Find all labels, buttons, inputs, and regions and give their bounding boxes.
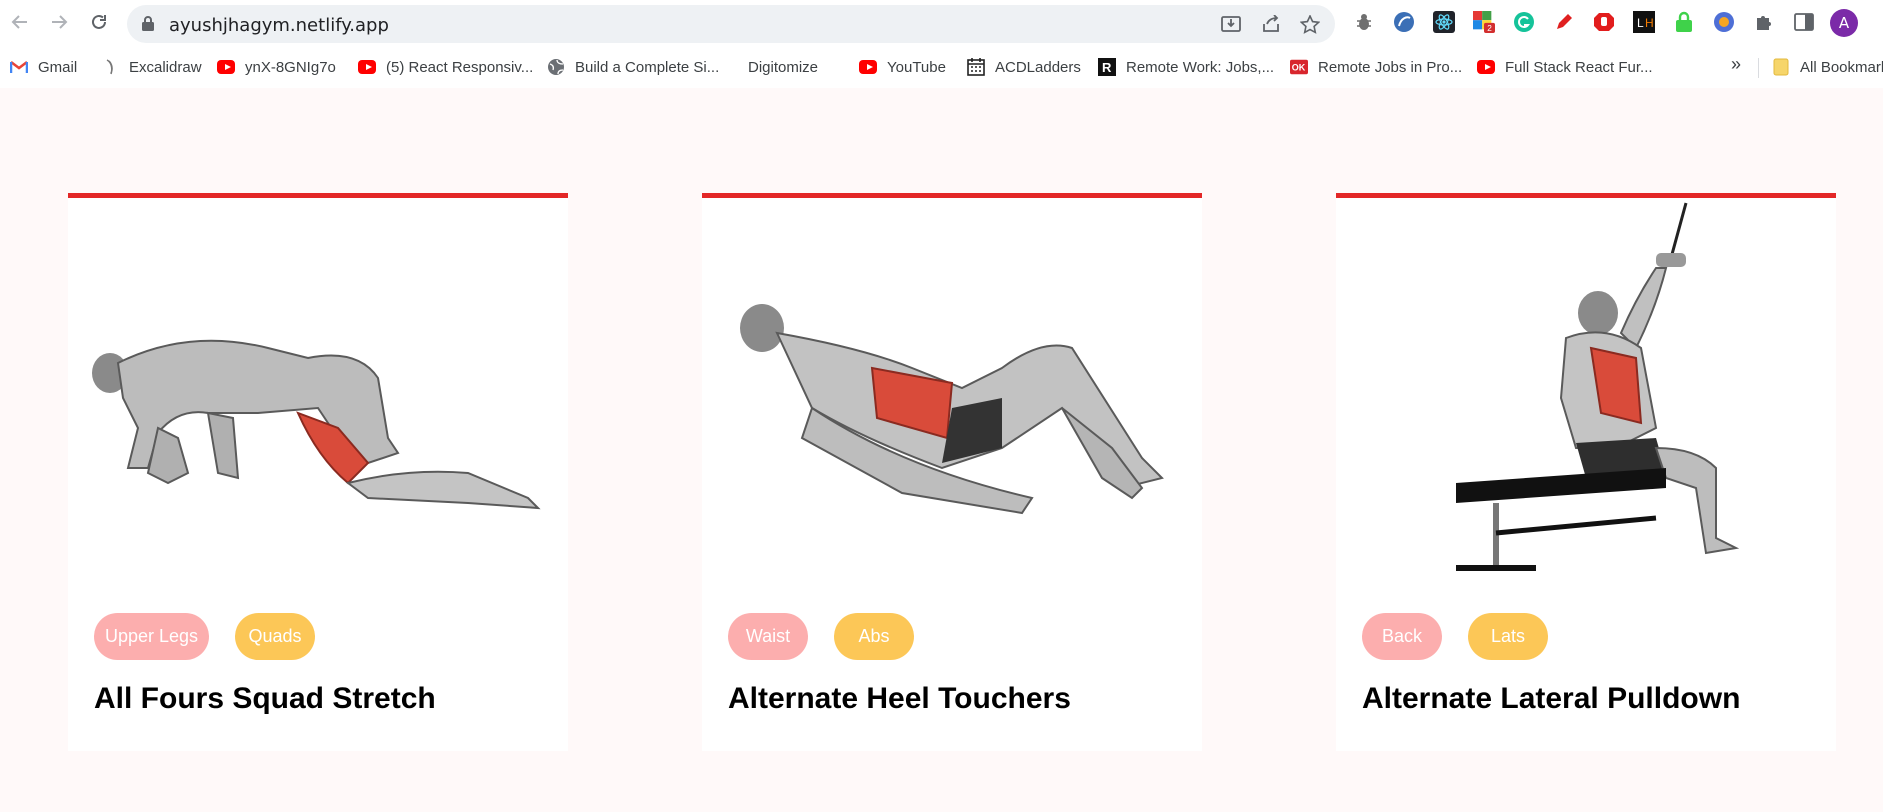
target-muscle-tag[interactable]: Abs [834,613,914,660]
bookmark-remote-jobs[interactable]: OK Remote Jobs in Pro... [1290,57,1462,77]
youtube-icon [859,58,877,76]
body-part-tag[interactable]: Waist [728,613,808,660]
bookmark-full-stack[interactable]: Full Stack React Fur... [1477,57,1653,77]
remote-icon: R [1098,58,1116,76]
youtube-icon [217,58,235,76]
browser-toolbar: ayushjhagym.netlify.app 2 LH A [0,0,1883,46]
extension-badge: 2 [1487,24,1492,33]
bookmark-remote-work[interactable]: R Remote Work: Jobs,... [1098,57,1274,77]
svg-text:H: H [1645,16,1654,30]
lock-icon [141,15,155,37]
body-part-tag[interactable]: Upper Legs [94,613,209,660]
arrow-right-icon [52,15,68,29]
excalidraw-icon [101,58,119,76]
bookmarks-divider [1758,58,1759,78]
svg-text:R: R [1102,60,1112,75]
bookmark-ynx[interactable]: ynX-8GNIg7o [217,57,336,77]
back-button[interactable] [7,9,33,35]
target-muscle-tag[interactable]: Quads [235,613,315,660]
bookmark-gmail[interactable]: Gmail [10,57,77,77]
react-devtools-icon[interactable] [1433,11,1455,33]
url-text: ayushjhagym.netlify.app [169,15,389,36]
bookmark-acdladders[interactable]: ACDLadders [967,57,1081,77]
hand-extension-icon[interactable] [1593,11,1615,33]
exercise-name: Alternate Heel Touchers [728,682,1071,715]
bookmark-build-complete[interactable]: Build a Complete Si... [547,57,719,77]
bookmark-label: YouTube [887,58,946,76]
bookmark-label: Remote Jobs in Pro... [1318,58,1463,76]
address-bar[interactable]: ayushjhagym.netlify.app [127,5,1335,43]
svg-text:L: L [1637,16,1644,30]
body-part-tag[interactable]: Back [1362,613,1442,660]
exercise-card[interactable]: Upper Legs Quads All Fours Squad Stretch [68,193,568,751]
pen-extension-icon[interactable] [1553,11,1575,33]
forward-button[interactable] [46,9,72,35]
globe-icon [547,58,565,76]
share-icon[interactable] [1261,15,1281,33]
bookmark-label: Full Stack React Fur... [1505,58,1653,76]
bookmark-star-icon[interactable] [1300,14,1320,34]
gmail-icon [10,58,28,76]
cable-pulldown-illustration [1456,202,1740,571]
all-bookmarks-folder[interactable]: All Bookmarks [1772,57,1883,77]
bookmark-excalidraw[interactable]: Excalidraw [101,57,202,77]
folder-icon [1772,58,1790,76]
reload-button[interactable] [86,9,112,35]
bookmark-label: ACDLadders [995,58,1081,76]
page-content: Upper Legs Quads All Fours Squad Stretch… [0,88,1883,812]
bookmark-digitomize[interactable]: Digitomize [748,57,818,77]
bookmark-label: ynX-8GNIg7o [245,58,336,76]
youtube-icon [1477,58,1495,76]
bookmark-react-responsive[interactable]: (5) React Responsiv... [358,57,533,77]
extensions-puzzle-icon[interactable] [1753,11,1775,33]
lying-heel-touch-illustration [740,304,1164,515]
bookmark-label: Remote Work: Jobs,... [1126,58,1275,76]
profile-avatar[interactable]: A [1830,9,1858,37]
bookmarks-bar: Gmail Excalidraw ynX-8GNIg7o (5) React R… [0,48,1883,86]
install-app-icon[interactable] [1221,15,1241,33]
globe-extension-icon[interactable] [1713,11,1735,33]
exercise-card[interactable]: Waist Abs Alternate Heel Touchers [702,193,1202,751]
reload-icon [92,14,106,29]
multicolor-extension-icon[interactable]: 2 [1473,11,1495,33]
grammarly-icon[interactable] [1513,11,1535,33]
target-muscle-tag[interactable]: Lats [1468,613,1548,660]
bookmark-label: Excalidraw [129,58,202,76]
calendar-icon [967,58,985,76]
bookmark-label: Digitomize [748,58,819,76]
exercise-name: Alternate Lateral Pulldown [1362,682,1741,715]
bookmark-label: (5) React Responsiv... [386,58,534,76]
bookmark-label: All Bookmarks [1800,58,1883,76]
exercise-name: All Fours Squad Stretch [94,682,436,715]
svg-text:OK: OK [1292,63,1306,73]
swirl-extension-icon[interactable] [1393,11,1415,33]
lighthouse-extension-icon[interactable]: LH [1633,11,1655,33]
kneeling-stretch-illustration [92,339,541,510]
ok-icon: OK [1290,58,1308,76]
youtube-icon [358,58,376,76]
bookmark-label: Gmail [38,58,78,76]
more-bookmarks-chevron-icon[interactable]: » [1731,54,1741,75]
vpn-lock-icon[interactable] [1673,11,1695,33]
exercise-card[interactable]: Back Lats Alternate Lateral Pulldown [1336,193,1836,751]
bug-extension-icon[interactable] [1353,11,1375,33]
side-panel-icon[interactable] [1793,11,1815,33]
arrow-left-icon [11,15,27,29]
bookmark-label: Build a Complete Si... [575,58,720,76]
bookmark-youtube[interactable]: YouTube [859,57,946,77]
